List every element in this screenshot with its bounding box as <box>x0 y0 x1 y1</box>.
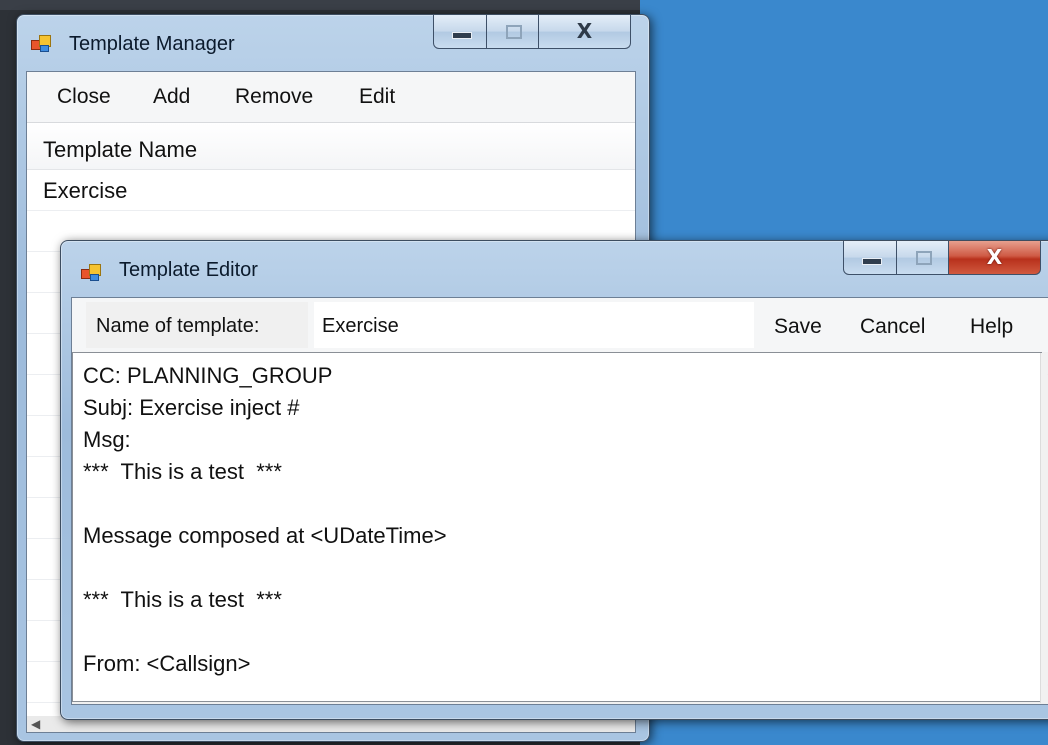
menu-remove[interactable]: Remove <box>235 85 313 109</box>
menu-close[interactable]: Close <box>57 85 111 109</box>
window-title: Template Editor <box>119 259 258 281</box>
column-header-label: Template Name <box>43 137 198 162</box>
menu-add[interactable]: Add <box>153 85 190 109</box>
close-icon: X <box>576 19 593 43</box>
body-line: Msg: <box>83 427 131 452</box>
template-name-input[interactable]: Exercise <box>314 302 754 348</box>
template-name-label-box: Name of template: <box>86 302 308 348</box>
caption-buttons: X <box>433 15 631 51</box>
app-icon <box>31 35 51 52</box>
editor-toolstrip: Name of template: Exercise Save Cancel H… <box>72 298 1048 352</box>
menu-edit[interactable]: Edit <box>359 85 395 109</box>
template-manager-titlebar[interactable]: Template Manager X <box>17 15 649 71</box>
minimize-button[interactable] <box>433 15 487 49</box>
maximize-button[interactable] <box>487 15 539 49</box>
column-header-template-name[interactable]: Template Name <box>27 123 635 170</box>
list-item-label: Exercise <box>43 178 128 203</box>
maximize-icon <box>916 251 932 265</box>
close-icon: X <box>986 245 1003 269</box>
minimize-button[interactable] <box>843 241 897 275</box>
cancel-button[interactable]: Cancel <box>860 315 925 339</box>
maximize-button[interactable] <box>897 241 949 275</box>
body-line: *** This is a test *** <box>83 587 282 612</box>
maximize-icon <box>506 25 522 39</box>
template-editor-titlebar[interactable]: Template Editor X <box>61 241 1048 297</box>
template-editor-client: Name of template: Exercise Save Cancel H… <box>71 297 1048 705</box>
list-item[interactable]: Exercise <box>27 170 635 211</box>
body-line: Message composed at <UDateTime> <box>83 523 447 548</box>
menu-bar: Close Add Remove Edit <box>27 72 635 123</box>
body-line: CC: PLANNING_GROUP <box>83 363 333 388</box>
help-button[interactable]: Help <box>970 315 1013 339</box>
template-name-label: Name of template: <box>96 315 260 337</box>
template-body-textarea[interactable]: CC: PLANNING_GROUP Subj: Exercise inject… <box>72 352 1048 703</box>
scroll-up-icon[interactable]: ▲ <box>1041 363 1048 376</box>
close-button[interactable]: X <box>539 15 631 49</box>
save-button[interactable]: Save <box>774 315 822 339</box>
body-line: From: <Callsign> <box>83 651 251 676</box>
window-title: Template Manager <box>69 33 235 55</box>
caption-buttons: X <box>843 241 1041 277</box>
scroll-down-icon[interactable]: ▼ <box>1041 682 1048 695</box>
vertical-scrollbar[interactable]: ▲ ▼ <box>1040 353 1048 703</box>
close-button[interactable]: X <box>949 241 1041 275</box>
body-line: *** This is a test *** <box>83 459 282 484</box>
body-line: Subj: Exercise inject # <box>83 395 300 420</box>
minimize-icon <box>862 258 882 265</box>
scroll-left-icon[interactable]: ◀ <box>31 717 40 731</box>
template-editor-window: Template Editor X Name of template: Exer… <box>60 240 1048 720</box>
app-icon <box>81 264 101 281</box>
minimize-icon <box>452 32 472 39</box>
template-name-value: Exercise <box>322 315 399 337</box>
